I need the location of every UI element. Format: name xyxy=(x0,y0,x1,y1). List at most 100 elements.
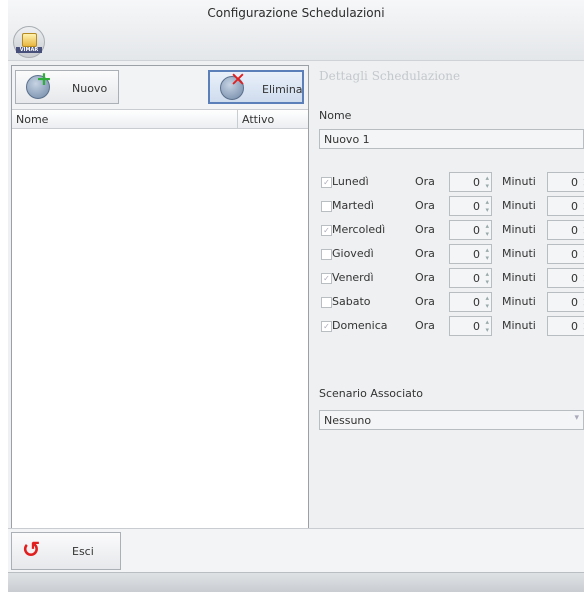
delete-x-icon: ✕ xyxy=(230,69,246,91)
minute-value: 0 xyxy=(571,296,578,309)
minute-label: Minuti xyxy=(502,295,536,308)
hour-label: Ora xyxy=(415,223,435,236)
minute-label: Minuti xyxy=(502,175,536,188)
delete-button-label: Elimina xyxy=(262,83,303,96)
name-field[interactable]: Nuovo 1 xyxy=(319,129,584,149)
hour-spinner[interactable]: 0 ▴ ▾ xyxy=(449,172,492,192)
column-header-active[interactable]: Attivo xyxy=(242,113,274,126)
schedule-details-panel: Dettagli Schedulazione Nome Nuovo 1 ✓ Lun… xyxy=(313,65,584,527)
hour-spinner[interactable]: 0 ▴ ▾ xyxy=(449,268,492,288)
hour-value: 0 xyxy=(473,200,480,213)
day-row: ✓MercoledìOra0▴▾Minuti0▴▾ xyxy=(319,220,584,242)
day-checkbox[interactable]: ✓ xyxy=(321,273,332,284)
day-checkbox[interactable] xyxy=(321,201,332,212)
app-logo-icon[interactable]: VIMAR xyxy=(13,26,45,58)
hour-spinner[interactable]: 0 ▴ ▾ xyxy=(449,220,492,240)
bottom-bar: ↺ Esci xyxy=(8,528,584,573)
exit-button[interactable]: ↺ Esci xyxy=(11,532,121,570)
day-checkbox[interactable]: ✓ xyxy=(321,321,332,332)
day-name: Mercoledì xyxy=(332,223,386,236)
delete-button[interactable]: ✕ Elimina xyxy=(208,69,304,104)
minute-value: 0 xyxy=(571,176,578,189)
plus-icon: + xyxy=(36,68,52,90)
minute-value: 0 xyxy=(571,320,578,333)
minute-label: Minuti xyxy=(502,223,536,236)
spinner-arrows-icon[interactable]: ▴▾ xyxy=(485,294,489,310)
exit-button-label: Esci xyxy=(72,545,94,558)
minute-spinner[interactable]: 0▴▾ xyxy=(547,244,584,264)
section-title: Dettagli Schedulazione xyxy=(319,69,461,83)
spinner-arrows-icon[interactable]: ▴▾ xyxy=(485,318,489,334)
day-checkbox[interactable] xyxy=(321,297,332,308)
minute-value: 0 xyxy=(571,248,578,261)
minute-value: 0 xyxy=(571,200,578,213)
app-window: VIMAR Configurazione Schedulazioni + Nuo… xyxy=(8,0,584,592)
scenario-select[interactable]: Nessuno ▾ xyxy=(319,410,584,430)
day-checkbox[interactable]: ✓ xyxy=(321,177,332,188)
bulb-icon xyxy=(22,33,37,47)
column-header-name[interactable]: Nome xyxy=(16,113,48,126)
scenario-label: Scenario Associato xyxy=(319,387,423,400)
minute-value: 0 xyxy=(571,272,578,285)
list-toolbar: + Nuovo ✕ Elimina xyxy=(12,66,308,110)
exit-arrow-icon: ↺ xyxy=(22,538,41,563)
spinner-arrows-icon[interactable]: ▴▾ xyxy=(485,222,489,238)
day-row: ✓VenerdìOra0▴▾Minuti0▴▾ xyxy=(319,268,584,290)
hour-label: Ora xyxy=(415,271,435,284)
day-row: ✓LunedìOra0▴▾Minuti0▴▾ xyxy=(319,172,584,194)
list-header: Nome Attivo xyxy=(12,110,308,129)
day-row: SabatoOra0▴▾Minuti0▴▾ xyxy=(319,292,584,314)
hour-spinner[interactable]: 0 ▴ ▾ xyxy=(449,244,492,264)
minute-label: Minuti xyxy=(502,247,536,260)
hour-value: 0 xyxy=(473,296,480,309)
hour-label: Ora xyxy=(415,247,435,260)
brand-label: VIMAR xyxy=(16,47,42,53)
minute-spinner[interactable]: 0▴▾ xyxy=(547,220,584,240)
minute-spinner[interactable]: 0▴▾ xyxy=(547,196,584,216)
hour-value: 0 xyxy=(473,320,480,333)
hour-value: 0 xyxy=(473,176,480,189)
column-separator[interactable] xyxy=(237,110,238,128)
hour-spinner[interactable]: 0 ▴ ▾ xyxy=(449,316,492,336)
minute-spinner[interactable]: 0▴▾ xyxy=(547,292,584,312)
day-checkbox[interactable]: ✓ xyxy=(321,225,332,236)
minute-value: 0 xyxy=(571,224,578,237)
name-label: Nome xyxy=(319,109,352,122)
hour-label: Ora xyxy=(415,319,435,332)
day-checkbox[interactable] xyxy=(321,249,332,260)
hour-spinner[interactable]: 0 ▴ ▾ xyxy=(449,292,492,312)
hour-value: 0 xyxy=(473,272,480,285)
minute-label: Minuti xyxy=(502,199,536,212)
day-row: ✓DomenicaOra0▴▾Minuti0▴▾ xyxy=(319,316,584,338)
chevron-down-icon: ▾ xyxy=(574,413,579,423)
minute-label: Minuti xyxy=(502,271,536,284)
hour-spinner[interactable]: 0 ▴ ▾ xyxy=(449,196,492,216)
hour-value: 0 xyxy=(473,248,480,261)
day-name: Venerdì xyxy=(332,271,374,284)
spinner-arrows-icon[interactable]: ▴▾ xyxy=(485,198,489,214)
new-button[interactable]: + Nuovo xyxy=(15,68,119,104)
day-name: Domenica xyxy=(332,319,388,332)
minute-spinner[interactable]: 0▴▾ xyxy=(547,268,584,288)
window-title: Configurazione Schedulazioni xyxy=(207,6,385,20)
title-bar: VIMAR Configurazione Schedulazioni xyxy=(8,0,584,61)
day-row: GiovedìOra0▴▾Minuti0▴▾ xyxy=(319,244,584,266)
status-bar xyxy=(8,572,584,592)
day-name: Martedì xyxy=(332,199,374,212)
day-name: Giovedì xyxy=(332,247,374,260)
new-button-label: Nuovo xyxy=(72,82,108,95)
spinner-arrows-icon[interactable]: ▴▾ xyxy=(485,246,489,262)
hour-label: Ora xyxy=(415,175,435,188)
spinner-arrows-icon[interactable]: ▴▾ xyxy=(485,174,489,190)
minute-spinner[interactable]: 0▴▾ xyxy=(547,316,584,336)
minute-label: Minuti xyxy=(502,319,536,332)
day-row: MartedìOra0▴▾Minuti0▴▾ xyxy=(319,196,584,218)
schedule-list-panel: + Nuovo ✕ Elimina Nome Attivo xyxy=(11,65,309,529)
scenario-value: Nessuno xyxy=(324,414,372,427)
day-name: Lunedì xyxy=(332,175,369,188)
spinner-arrows-icon[interactable]: ▴▾ xyxy=(485,270,489,286)
hour-label: Ora xyxy=(415,199,435,212)
hour-label: Ora xyxy=(415,295,435,308)
hour-value: 0 xyxy=(473,224,480,237)
minute-spinner[interactable]: 0▴▾ xyxy=(547,172,584,192)
